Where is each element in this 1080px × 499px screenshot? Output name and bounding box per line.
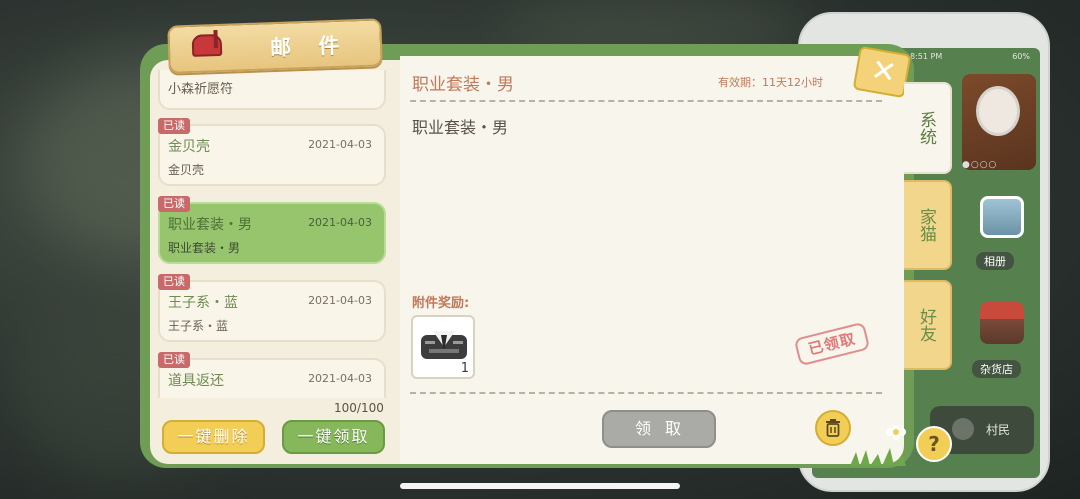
read-badge: 已读 — [158, 118, 190, 134]
mailbox-flag-icon — [213, 30, 219, 49]
villager-label: 村民 — [986, 423, 1011, 437]
mail-preview: 职业套装・男 — [168, 241, 241, 255]
app-label-album: 相册 — [976, 252, 1014, 270]
claim-all-button[interactable]: 一键领取 — [282, 420, 385, 454]
home-indicator[interactable] — [400, 483, 680, 489]
delete-mail-button[interactable] — [815, 410, 851, 446]
delete-all-button[interactable]: 一键删除 — [162, 420, 265, 454]
shop-icon[interactable] — [980, 302, 1024, 344]
mail-date: 2021-04-03 — [308, 294, 372, 307]
mail-subject: 道具返还 — [168, 373, 224, 389]
tab-friends[interactable]: 好友 — [904, 280, 952, 370]
villager-icon — [952, 418, 974, 440]
mail-subject: 职业套装・男 — [168, 217, 252, 233]
read-badge: 已读 — [158, 196, 190, 212]
detail-title: 职业套装・男 — [412, 75, 514, 95]
page-title: 邮 件 — [269, 33, 350, 61]
list-item[interactable]: 已读 金贝壳 2021-04-03 金贝壳 — [158, 118, 386, 186]
app-label-shop: 杂货店 — [972, 360, 1021, 378]
list-item[interactable]: 已读 王子系・蓝 2021-04-03 王子系・蓝 — [158, 274, 386, 342]
attachment-quantity: 1 — [460, 361, 469, 376]
attachment-slot[interactable]: 1 — [411, 315, 475, 379]
detail-body: 职业套装・男 — [412, 118, 509, 137]
mail-list[interactable]: 小森祈愿符 已读 金贝壳 2021-04-03 金贝壳 已读 职业套装・男 20… — [150, 70, 400, 398]
close-button[interactable]: ✕ — [852, 45, 912, 99]
help-button[interactable]: ? — [916, 426, 952, 462]
villager-face — [976, 86, 1020, 136]
tab-cat[interactable]: 家猫 — [904, 180, 952, 270]
mail-date: 2021-04-03 — [308, 138, 372, 151]
mail-preview: 金贝壳 — [168, 163, 205, 177]
list-item-selected[interactable]: 已读 职业套装・男 2021-04-03 职业套装・男 — [158, 196, 386, 264]
mail-subject: 金贝壳 — [168, 139, 210, 155]
divider — [410, 100, 882, 102]
mail-subject: 王子系・蓝 — [168, 295, 238, 311]
read-badge: 已读 — [158, 274, 190, 290]
divider — [410, 392, 882, 394]
mail-subject: 小森祈愿符 — [168, 82, 234, 97]
grass-decoration-icon — [850, 448, 906, 466]
trash-icon — [826, 419, 840, 437]
mail-title-plank: 邮 件 — [167, 18, 383, 74]
phone-time: 8:51 PM — [910, 52, 943, 61]
mail-preview: 王子系・蓝 — [168, 319, 229, 333]
list-item[interactable]: 小森祈愿符 — [158, 70, 386, 110]
list-item[interactable]: 已读 道具返还 2021-04-03 — [158, 352, 386, 398]
villager-portrait[interactable] — [962, 74, 1036, 170]
read-badge: 已读 — [158, 352, 190, 368]
carousel-dots: ●○○○ — [962, 160, 998, 170]
attachments-label: 附件奖励: — [412, 296, 470, 311]
tab-system[interactable]: 系统 — [904, 82, 952, 174]
mail-date: 2021-04-03 — [308, 372, 372, 385]
photo-album-icon[interactable] — [980, 196, 1024, 238]
flower-decoration-icon — [886, 425, 906, 440]
phone-battery: 60% — [1012, 52, 1030, 61]
expiry-label: 有效期：11天12小时 — [718, 76, 823, 89]
suit-icon — [421, 331, 467, 359]
mail-date: 2021-04-03 — [308, 216, 372, 229]
claim-button[interactable]: 领取 — [602, 410, 716, 448]
close-icon: ✕ — [868, 52, 900, 92]
mail-count: 100/100 — [334, 401, 384, 415]
